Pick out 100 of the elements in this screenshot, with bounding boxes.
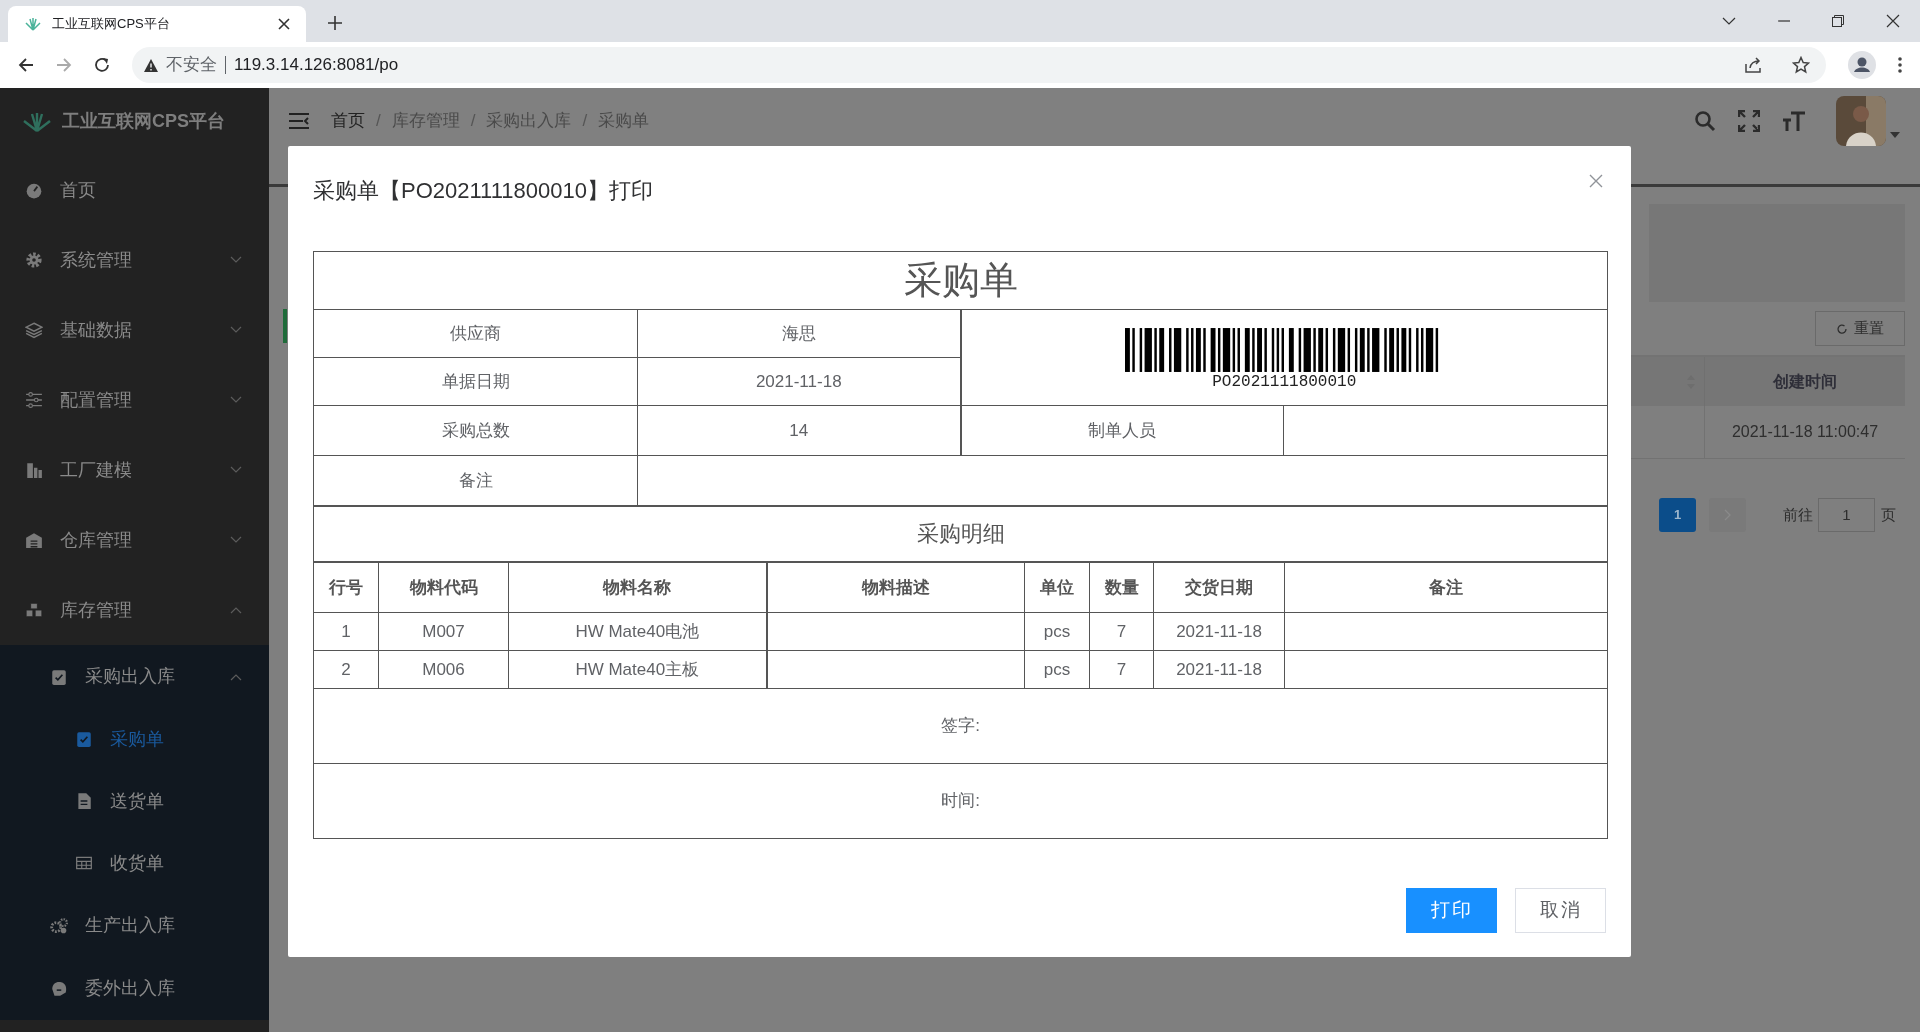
restore-icon[interactable] — [1832, 15, 1844, 27]
browser-tab[interactable]: 工业互联网CPS平台 — [8, 6, 306, 42]
gauge-icon — [25, 181, 43, 199]
table-cell: 7 — [1089, 612, 1154, 651]
table-cell: pcs — [1024, 612, 1090, 651]
menu-item[interactable]: 工厂建模 — [0, 435, 269, 505]
close-icon[interactable] — [1886, 14, 1900, 28]
menu-item[interactable]: 库存管理 — [0, 575, 269, 645]
active-marker — [283, 309, 287, 343]
breadcrumb-separator: / — [582, 109, 588, 132]
new-tab-icon[interactable] — [328, 16, 342, 30]
goto-label: 前往 — [1783, 504, 1813, 525]
tab-title: 工业互联网CPS平台 — [52, 15, 170, 34]
menu-item[interactable]: 首页 — [0, 155, 269, 225]
back-icon[interactable] — [18, 57, 34, 73]
column-header: 物料名称 — [508, 562, 767, 613]
table-cell: 1 — [313, 612, 379, 651]
settings-icon — [25, 251, 43, 269]
caret-icon[interactable] — [1890, 131, 1900, 138]
print-button[interactable]: 打印 — [1406, 888, 1497, 933]
breadcrumb-link[interactable]: 首页 — [331, 107, 365, 134]
page-button[interactable]: 1 — [1659, 498, 1696, 532]
document-title: 采购单 — [313, 251, 1608, 310]
column-header: 交货日期 — [1153, 562, 1285, 613]
barcode-text: PO2021111800010 — [1212, 371, 1357, 392]
chevron-icon — [230, 672, 242, 681]
dialog-title: 采购单【PO2021111800010】打印 — [313, 176, 653, 205]
menu-toggle-icon[interactable] — [289, 112, 309, 129]
table-cell: pcs — [1024, 650, 1090, 689]
time-label: 时间: — [313, 763, 1608, 839]
dropdown-icon[interactable] — [1722, 17, 1736, 25]
menu-item[interactable]: 采购出入库 — [0, 645, 269, 708]
table-cell: 采购总数 — [313, 405, 638, 456]
brand-title: 工业互联网CPS平台 — [62, 110, 225, 133]
url-text: 119.3.14.126:8081/po — [234, 54, 399, 77]
table-cell-text: 2021-11-18 11:00:47 — [1730, 422, 1880, 442]
fullscreen-icon[interactable] — [1738, 109, 1760, 132]
warehouse-icon — [25, 531, 43, 549]
gears-icon — [50, 916, 68, 935]
menu-item[interactable]: 送货单 — [0, 770, 269, 832]
column-header: 单位 — [1024, 562, 1090, 613]
menu-item[interactable]: 仓库管理 — [0, 505, 269, 575]
menu-item[interactable]: 委外出入库 — [0, 957, 269, 1020]
breadcrumb-separator: / — [470, 109, 476, 132]
clipboard-icon — [50, 667, 68, 686]
security-label: 不安全 — [166, 54, 217, 77]
reset-button[interactable]: 重置 — [1815, 311, 1905, 346]
reload-icon[interactable] — [94, 57, 110, 73]
menu-icon[interactable] — [1898, 57, 1902, 73]
breadcrumb-separator: / — [376, 109, 381, 132]
table-cell: 2021-11-18 — [1153, 650, 1285, 689]
column-header: 创建时间 — [1772, 371, 1838, 392]
share-icon[interactable] — [1744, 56, 1762, 74]
cubes-icon — [25, 601, 43, 619]
clipboard-icon — [75, 730, 93, 748]
font-size-icon[interactable] — [1782, 109, 1806, 132]
chevron-icon — [230, 466, 242, 474]
profile-icon[interactable] — [1848, 51, 1876, 79]
avatar[interactable] — [1836, 95, 1886, 146]
menu-item[interactable]: 基础数据 — [0, 295, 269, 365]
table-cell: 制单人员 — [960, 405, 1284, 456]
warning-icon — [144, 58, 158, 72]
table-cell: 7 — [1089, 650, 1154, 689]
menu-item[interactable]: 配置管理 — [0, 365, 269, 435]
search-icon[interactable] — [1694, 109, 1716, 132]
chevron-icon — [230, 396, 242, 404]
column-header: 行号 — [313, 562, 379, 613]
menu-item[interactable]: 采购单 — [0, 708, 269, 770]
document-icon — [75, 792, 93, 810]
chevron-icon — [230, 536, 242, 544]
chevron-icon — [230, 326, 242, 334]
table-cell: 单据日期 — [313, 357, 638, 406]
cancel-button[interactable]: 取消 — [1515, 888, 1606, 933]
table-cell: M007 — [378, 612, 509, 651]
column-header: 数量 — [1089, 562, 1154, 613]
section-title: 采购明细 — [313, 505, 1608, 562]
refresh-icon — [1836, 322, 1848, 335]
table-cell: 备注 — [313, 455, 638, 506]
star-icon[interactable] — [1792, 56, 1810, 74]
page-unit-label: 页 — [1881, 504, 1896, 525]
chevron-icon — [230, 256, 242, 264]
close-icon[interactable] — [278, 18, 290, 30]
table-cell: M006 — [378, 650, 509, 689]
table-icon — [75, 854, 93, 872]
table-cell: 供应商 — [313, 309, 638, 358]
page-input[interactable]: 1 — [1818, 498, 1875, 532]
column-header: 备注 — [1284, 562, 1608, 613]
sliders-icon — [25, 391, 43, 409]
signature-label: 签字: — [313, 688, 1608, 764]
menu-item[interactable]: 收货单 — [0, 832, 269, 894]
column-header: 物料代码 — [378, 562, 509, 613]
menu-item[interactable]: 生产出入库 — [0, 894, 269, 957]
chevron-icon — [230, 606, 242, 614]
layers-icon — [25, 321, 43, 339]
table-cell: 2021-11-18 — [1153, 612, 1285, 651]
table-cell: 2 — [313, 650, 379, 689]
address-bar[interactable]: 不安全 119.3.14.126:8081/po — [132, 47, 1826, 83]
plant-icon — [24, 17, 42, 31]
plant-icon — [22, 111, 52, 132]
menu-item[interactable]: 系统管理 — [0, 225, 269, 295]
